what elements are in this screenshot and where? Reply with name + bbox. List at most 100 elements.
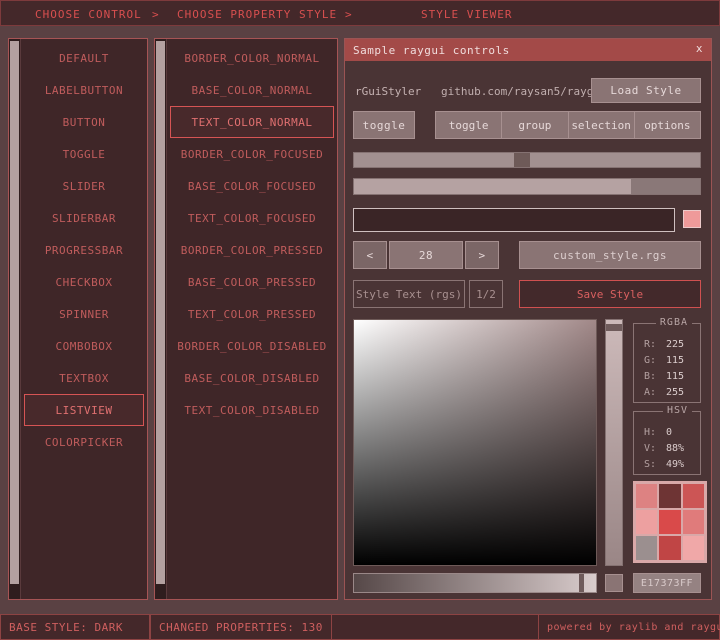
channel-label: H: xyxy=(644,427,666,438)
filename-textbox[interactable]: custom_style.rgs xyxy=(519,241,701,269)
palette-swatch[interactable] xyxy=(636,484,657,508)
channel-value: 225 xyxy=(666,339,684,350)
toggle-group: toggle group selection options xyxy=(435,111,701,139)
status-powered-by: powered by raylib and raygui xyxy=(538,614,720,640)
channel-value: 255 xyxy=(666,387,684,398)
channel-label: S: xyxy=(644,459,666,470)
scrollbar-handle[interactable] xyxy=(156,41,165,584)
breadcrumb-style-viewer: STYLE VIEWER xyxy=(421,8,512,21)
control-list-item[interactable]: SLIDERBAR xyxy=(24,202,144,234)
breadcrumb-choose-control: CHOOSE CONTROL xyxy=(35,8,142,21)
channel-value: 115 xyxy=(666,355,684,366)
alpha-slider[interactable] xyxy=(353,573,597,593)
palette-swatch[interactable] xyxy=(683,510,704,534)
control-list-item[interactable]: PROGRESSBAR xyxy=(24,234,144,266)
property-list-item[interactable]: TEXT_COLOR_PRESSED xyxy=(170,298,334,330)
rgba-row: B: 115 xyxy=(634,368,700,384)
property-list-item[interactable]: BASE_COLOR_FOCUSED xyxy=(170,170,334,202)
toggle-group-item[interactable]: toggle xyxy=(435,111,502,139)
properties-list-panel: BORDER_COLOR_NORMALBASE_COLOR_NORMALTEXT… xyxy=(154,38,338,600)
style-text-button[interactable]: Style Text (rgs) xyxy=(353,280,465,308)
control-list-item[interactable]: COMBOBOX xyxy=(24,330,144,362)
property-list-item[interactable]: BASE_COLOR_PRESSED xyxy=(170,266,334,298)
status-base-style: BASE STYLE: DARK xyxy=(0,614,150,640)
hsv-groupbox: HSV H: 0 V: 88% S: 49% xyxy=(633,411,701,475)
control-list-item[interactable]: LISTVIEW xyxy=(24,394,144,426)
property-list-item[interactable]: BORDER_COLOR_PRESSED xyxy=(170,234,334,266)
controls-list: DEFAULTLABELBUTTONBUTTONTOGGLESLIDERSLID… xyxy=(24,42,144,458)
property-list-item[interactable]: TEXT_COLOR_DISABLED xyxy=(170,394,334,426)
channel-label: A: xyxy=(644,387,666,398)
rgba-row: R: 225 xyxy=(634,336,700,352)
sample-controls-window: Sample raygui controls x rGuiStyler gith… xyxy=(344,38,712,600)
control-list-item[interactable]: TOGGLE xyxy=(24,138,144,170)
toggle-group-item[interactable]: options xyxy=(634,111,701,139)
controls-list-scrollbar[interactable] xyxy=(9,39,21,599)
page-toggle-button[interactable]: 1/2 xyxy=(469,280,503,308)
repo-link[interactable]: github.com/raysan5/raygui xyxy=(441,85,607,98)
spinner-value[interactable]: 28 xyxy=(389,241,463,269)
status-changed-properties: CHANGED PROPERTIES: 130 xyxy=(150,614,332,640)
color-picker-panel[interactable] xyxy=(353,319,597,566)
sample-slider[interactable] xyxy=(353,152,701,168)
palette-swatch[interactable] xyxy=(659,510,680,534)
hsv-title: HSV xyxy=(663,405,692,416)
sample-textbox[interactable] xyxy=(353,208,675,232)
control-list-item[interactable]: BUTTON xyxy=(24,106,144,138)
breadcrumb-separator-icon: > xyxy=(345,8,353,21)
toggle-button[interactable]: toggle xyxy=(353,111,415,139)
controls-list-panel: DEFAULTLABELBUTTONBUTTONTOGGLESLIDERSLID… xyxy=(8,38,148,600)
palette-swatch[interactable] xyxy=(636,510,657,534)
hue-slider[interactable] xyxy=(605,319,623,566)
alpha-value-box[interactable] xyxy=(605,574,623,592)
palette-swatch[interactable] xyxy=(659,536,680,560)
control-list-item[interactable]: DEFAULT xyxy=(24,42,144,74)
color-palette-grid xyxy=(633,481,707,563)
load-style-button[interactable]: Load Style xyxy=(591,78,701,103)
hsv-row: V: 88% xyxy=(634,440,700,456)
spinner-increment-button[interactable]: > xyxy=(465,241,499,269)
scrollbar-handle[interactable] xyxy=(10,41,19,584)
channel-value: 0 xyxy=(666,427,672,438)
channel-value: 115 xyxy=(666,371,684,382)
rgba-groupbox: RGBA R: 225 G: 115 B: 115 A: 255 xyxy=(633,323,701,403)
property-list-item[interactable]: TEXT_COLOR_FOCUSED xyxy=(170,202,334,234)
property-list-item[interactable]: TEXT_COLOR_NORMAL xyxy=(170,106,334,138)
control-list-item[interactable]: TEXTBOX xyxy=(24,362,144,394)
control-list-item[interactable]: CHECKBOX xyxy=(24,266,144,298)
window-titlebar[interactable]: Sample raygui controls x xyxy=(345,39,711,61)
window-title: Sample raygui controls xyxy=(353,44,510,57)
spinner-decrement-button[interactable]: < xyxy=(353,241,387,269)
channel-label: G: xyxy=(644,355,666,366)
palette-swatch[interactable] xyxy=(683,536,704,560)
property-list-item[interactable]: BASE_COLOR_DISABLED xyxy=(170,362,334,394)
control-list-item[interactable]: SPINNER xyxy=(24,298,144,330)
properties-list: BORDER_COLOR_NORMALBASE_COLOR_NORMALTEXT… xyxy=(170,42,334,426)
hex-color-input[interactable]: E17373FF xyxy=(633,573,701,593)
alpha-slider-handle[interactable] xyxy=(579,574,584,592)
rguistyler-app: CHOOSE CONTROL > CHOOSE PROPERTY STYLE >… xyxy=(0,0,720,640)
property-list-item[interactable]: BORDER_COLOR_NORMAL xyxy=(170,42,334,74)
property-list-item[interactable]: BASE_COLOR_NORMAL xyxy=(170,74,334,106)
text-color-chip xyxy=(683,210,701,228)
control-list-item[interactable]: SLIDER xyxy=(24,170,144,202)
toggle-group-item[interactable]: selection xyxy=(568,111,635,139)
hue-slider-handle[interactable] xyxy=(606,324,622,331)
control-list-item[interactable]: COLORPICKER xyxy=(24,426,144,458)
hsv-row: H: 0 xyxy=(634,424,700,440)
slider-handle[interactable] xyxy=(514,153,530,167)
channel-value: 88% xyxy=(666,443,684,454)
property-list-item[interactable]: BORDER_COLOR_FOCUSED xyxy=(170,138,334,170)
breadcrumb: CHOOSE CONTROL > CHOOSE PROPERTY STYLE >… xyxy=(0,0,720,26)
property-list-item[interactable]: BORDER_COLOR_DISABLED xyxy=(170,330,334,362)
toggle-group-item[interactable]: group xyxy=(501,111,568,139)
control-list-item[interactable]: LABELBUTTON xyxy=(24,74,144,106)
save-style-button[interactable]: Save Style xyxy=(519,280,701,308)
palette-swatch[interactable] xyxy=(659,484,680,508)
properties-list-scrollbar[interactable] xyxy=(155,39,167,599)
close-icon[interactable]: x xyxy=(696,42,703,55)
statusbar: BASE STYLE: DARK CHANGED PROPERTIES: 130… xyxy=(0,614,720,640)
palette-swatch[interactable] xyxy=(683,484,704,508)
palette-swatch[interactable] xyxy=(636,536,657,560)
rgba-row: G: 115 xyxy=(634,352,700,368)
